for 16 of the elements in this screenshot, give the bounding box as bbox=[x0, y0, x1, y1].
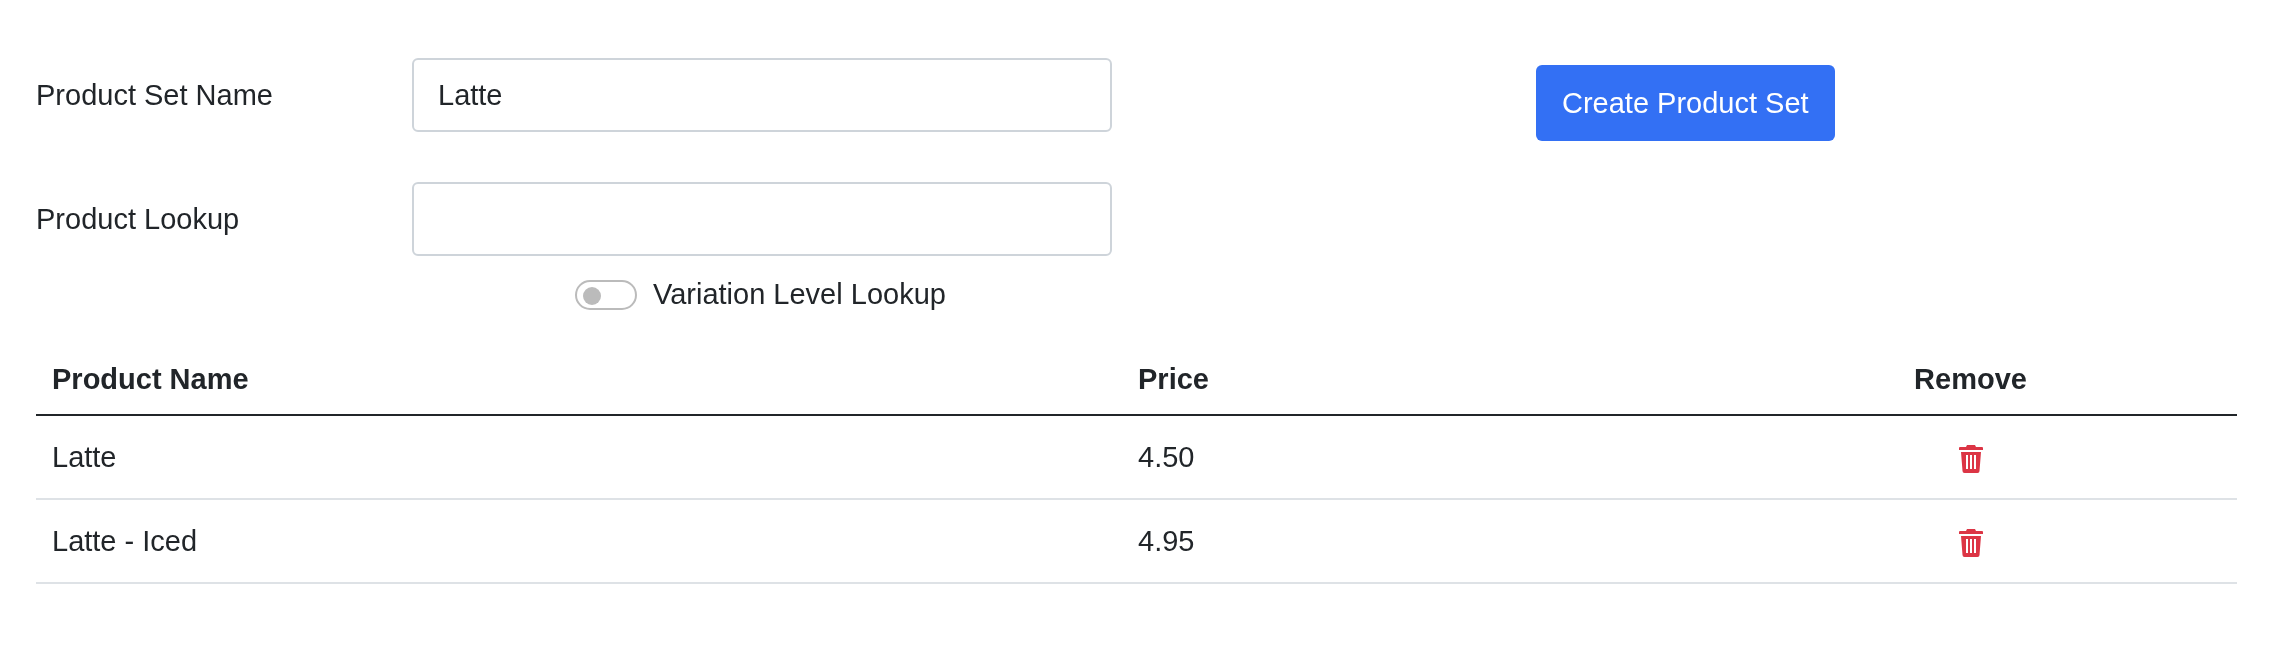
trash-icon[interactable] bbox=[1958, 444, 1983, 473]
input-field[interactable]: Latte bbox=[412, 58, 1112, 132]
field-label: Product Set Name bbox=[36, 78, 274, 112]
table-cell: Latte bbox=[36, 415, 1122, 499]
column-header: Product Name bbox=[36, 345, 1122, 415]
toggle-label: Variation Level Lookup bbox=[653, 278, 946, 311]
column-header: Price bbox=[1122, 345, 1704, 415]
column-header: Remove bbox=[1704, 345, 2237, 415]
field-label: Product Lookup bbox=[36, 202, 241, 236]
table-cell: Latte - Iced bbox=[36, 499, 1122, 583]
input-field[interactable] bbox=[412, 182, 1112, 256]
toggle-switch[interactable] bbox=[575, 279, 637, 310]
trash-icon[interactable] bbox=[1958, 528, 1983, 557]
create-button[interactable]: Create Product Set bbox=[1536, 65, 1835, 141]
table-cell: 4.50 bbox=[1122, 415, 1704, 499]
table-cell: 4.95 bbox=[1122, 499, 1704, 583]
